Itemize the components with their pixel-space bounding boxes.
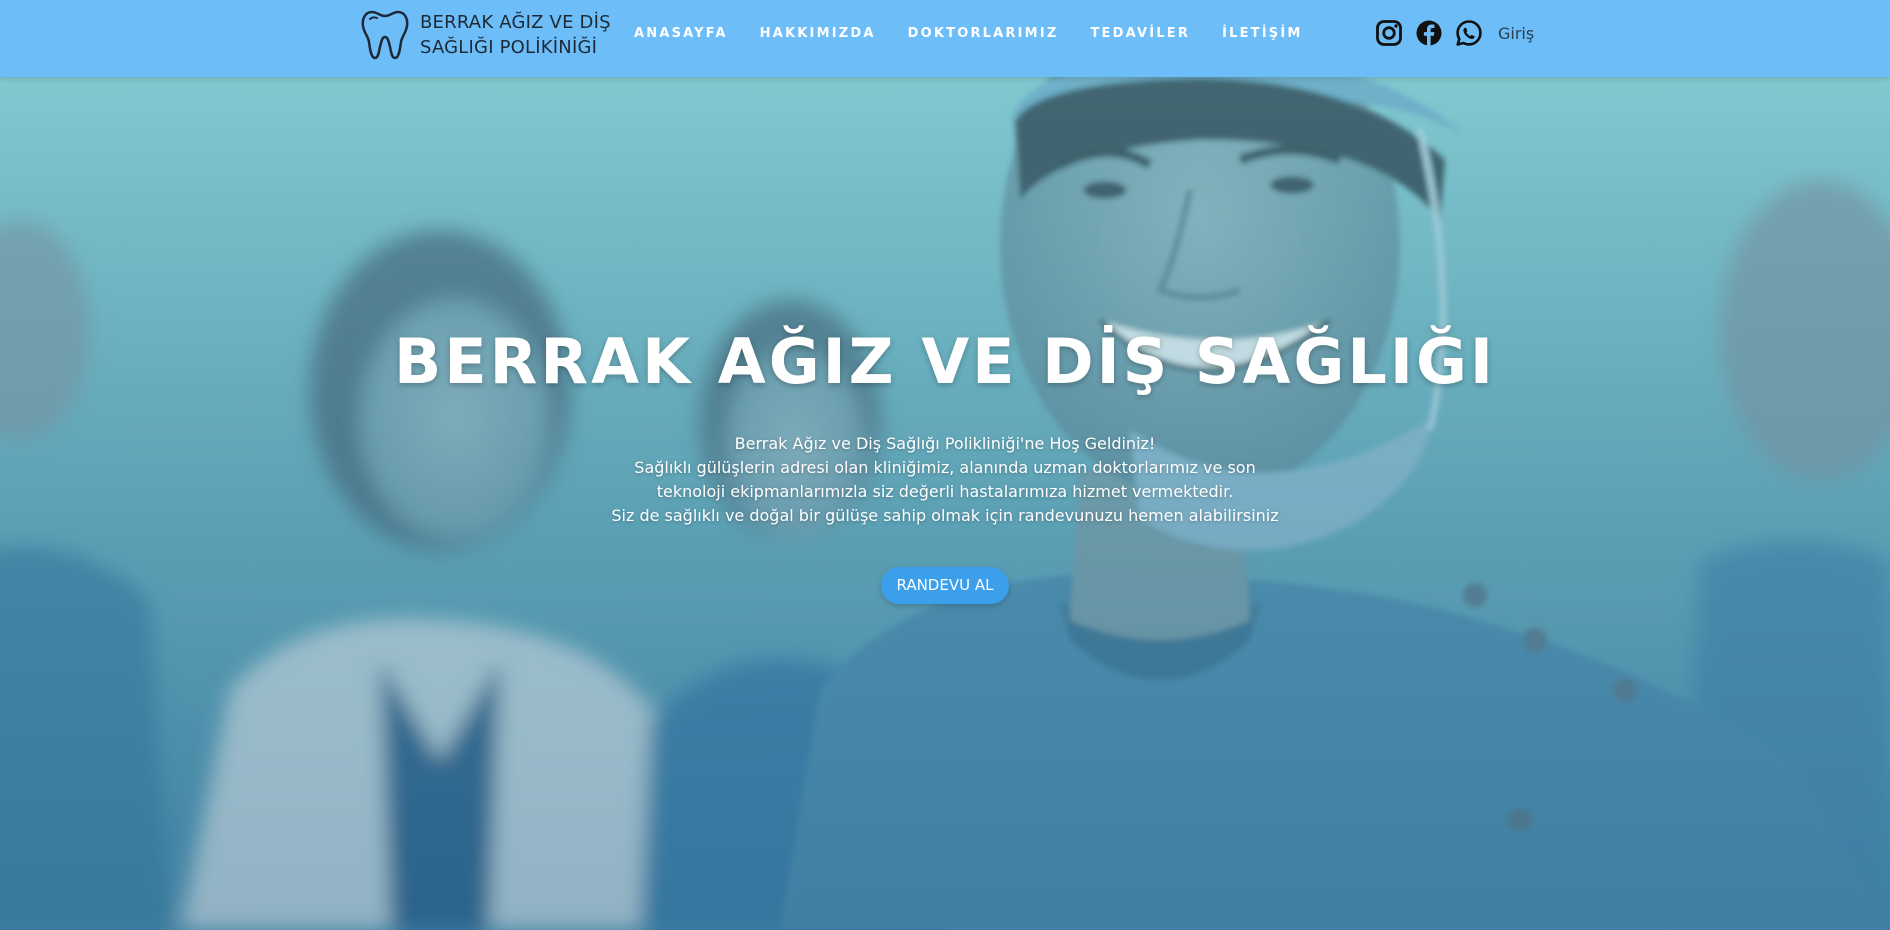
hero-line-4: Siz de sağlıklı ve doğal bir gülüşe sahi…: [611, 506, 1279, 525]
instagram-icon[interactable]: [1375, 19, 1403, 47]
page: BERRAK AĞIZ VE DİŞ SAĞLIĞI POLİKİNİĞİ AN…: [0, 0, 1890, 930]
nav-item-tedaviler[interactable]: TEDAVİLER: [1090, 26, 1190, 41]
logo-text: BERRAK AĞIZ VE DİŞ SAĞLIĞI POLİKİNİĞİ: [420, 10, 611, 60]
logo-line-1: BERRAK AĞIZ VE DİŞ: [420, 12, 611, 33]
site-header: BERRAK AĞIZ VE DİŞ SAĞLIĞI POLİKİNİĞİ AN…: [0, 0, 1890, 77]
hero-line-3: teknoloji ekipmanlarımızla siz değerli h…: [656, 482, 1234, 501]
hero-title: BERRAK AĞIZ VE DİŞ SAĞLIĞI: [394, 325, 1496, 398]
nav-item-doktorlarimiz[interactable]: DOKTORLARIMIZ: [908, 26, 1059, 41]
social-links: Giriş: [1375, 19, 1534, 47]
tooth-icon: [361, 10, 409, 60]
nav-item-iletisim[interactable]: İLETİŞİM: [1222, 26, 1302, 41]
hero-line-1: Berrak Ağız ve Diş Sağlığı Polikliniği'n…: [734, 434, 1156, 453]
nav-item-hakkimizda[interactable]: HAKKIMIZDA: [760, 26, 876, 41]
appointment-button[interactable]: RANDEVU AL: [881, 567, 1009, 604]
hero-line-2: Sağlıklı gülüşlerin adresi olan kliniğim…: [634, 458, 1256, 477]
login-link[interactable]: Giriş: [1498, 24, 1534, 43]
nav-item-anasayfa[interactable]: ANASAYFA: [634, 26, 728, 41]
site-logo[interactable]: BERRAK AĞIZ VE DİŞ SAĞLIĞI POLİKİNİĞİ: [360, 8, 611, 62]
main-nav: ANASAYFA HAKKIMIZDA DOKTORLARIMIZ TEDAVİ…: [634, 26, 1335, 41]
hero-section: BERRAK AĞIZ VE DİŞ SAĞLIĞI Berrak Ağız v…: [0, 0, 1890, 930]
facebook-icon[interactable]: [1415, 19, 1443, 47]
logo-line-2: SAĞLIĞI POLİKİNİĞİ: [420, 37, 598, 58]
whatsapp-icon[interactable]: [1455, 19, 1483, 47]
hero-description: Berrak Ağız ve Diş Sağlığı Polikliniği'n…: [545, 432, 1345, 528]
